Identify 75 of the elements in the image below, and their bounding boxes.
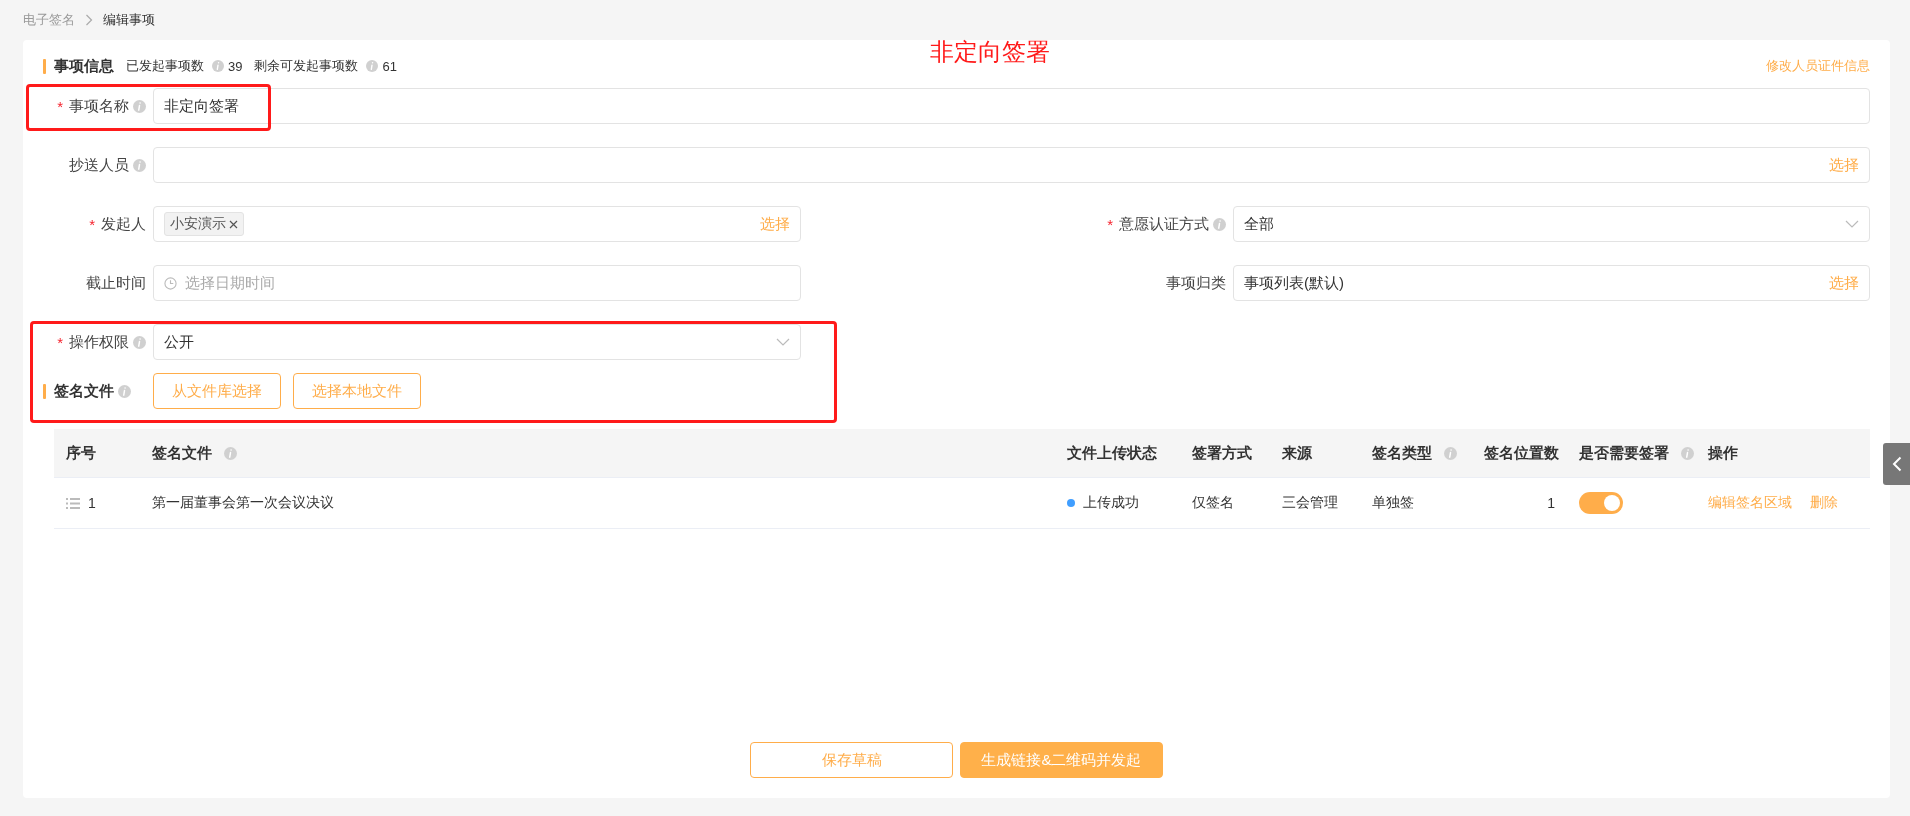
- section-marker: [43, 383, 46, 399]
- select-field[interactable]: 全部: [1233, 206, 1870, 242]
- table-cell: 第一届董事会第一次会议决议: [152, 494, 334, 512]
- field-label: 操作权限: [69, 332, 129, 352]
- column-header: 来源: [1282, 443, 1312, 463]
- table-cell: 上传成功: [1083, 494, 1139, 512]
- file-select-button[interactable]: 选择本地文件: [293, 373, 421, 409]
- save-draft-button[interactable]: 保存草稿: [750, 742, 953, 778]
- table-cell: 1: [1547, 495, 1555, 511]
- name-input[interactable]: 非定向签署: [153, 88, 1870, 124]
- info-icon: [1444, 446, 1457, 460]
- picker-field[interactable]: 事项列表(默认) 选择: [1233, 265, 1870, 301]
- field-label: 截止时间: [86, 273, 146, 293]
- select-link[interactable]: 选择: [1829, 155, 1859, 175]
- stat-value: 39: [228, 58, 243, 74]
- file-select-button[interactable]: 从文件库选择: [153, 373, 281, 409]
- field-label: 事项名称: [69, 96, 129, 116]
- field-label: 发起人: [101, 214, 146, 234]
- stat-value: 61: [382, 58, 397, 74]
- chevron-right-icon: [85, 14, 93, 26]
- clock-icon: [164, 276, 177, 290]
- table-cell: 三会管理: [1282, 494, 1338, 512]
- section-title: 事项信息: [54, 56, 114, 76]
- table-cell: 1: [88, 495, 96, 511]
- column-header: 签名位置数: [1484, 443, 1559, 463]
- required-mark: *: [1107, 215, 1113, 233]
- edit-id-info-link[interactable]: 修改人员证件信息: [1766, 57, 1870, 75]
- drag-handle-icon[interactable]: [66, 497, 80, 509]
- date-field[interactable]: 选择日期时间: [153, 265, 801, 301]
- info-icon: [224, 446, 237, 460]
- submit-button[interactable]: 生成链接&二维码并发起: [960, 742, 1163, 778]
- breadcrumb-link[interactable]: 电子签名: [23, 11, 75, 29]
- select-field[interactable]: 公开: [153, 324, 801, 360]
- close-icon[interactable]: [229, 219, 238, 229]
- info-icon: [366, 60, 379, 72]
- breadcrumb-current: 编辑事项: [103, 11, 155, 29]
- info-icon: [118, 384, 131, 398]
- field-label: 抄送人员: [69, 155, 129, 175]
- table-cell: 单独签: [1372, 494, 1414, 512]
- info-icon: [133, 99, 146, 113]
- column-header: 签署方式: [1192, 443, 1252, 463]
- annotation-text: 非定向签署: [930, 37, 1050, 67]
- chevron-left-icon: [1891, 456, 1902, 472]
- toggle-switch[interactable]: [1579, 492, 1623, 514]
- required-mark: *: [57, 333, 63, 351]
- tag-picker-field[interactable]: 小安演示 选择: [153, 206, 801, 242]
- column-header: 是否需要签署: [1579, 443, 1669, 463]
- section-marker: [43, 58, 46, 74]
- picker-field[interactable]: 选择: [153, 147, 1870, 183]
- column-header: 操作: [1708, 443, 1738, 463]
- required-mark: *: [57, 97, 63, 115]
- info-icon: [1213, 217, 1226, 231]
- required-mark: *: [89, 215, 95, 233]
- info-icon: [133, 335, 146, 349]
- select-link[interactable]: 选择: [1829, 273, 1859, 293]
- row-action-link[interactable]: 删除: [1810, 494, 1838, 512]
- chevron-down-icon: [776, 338, 790, 346]
- info-icon: [1681, 446, 1694, 460]
- column-header: 序号: [66, 443, 96, 463]
- stat-label: 剩余可发起事项数: [254, 57, 359, 75]
- field-label: 意愿认证方式: [1119, 214, 1209, 234]
- table-cell: 仅签名: [1192, 494, 1234, 512]
- person-tag: 小安演示: [164, 212, 244, 236]
- info-icon: [133, 158, 146, 172]
- column-header: 签名文件: [152, 443, 212, 463]
- collapse-panel-button[interactable]: [1883, 443, 1910, 485]
- column-header: 文件上传状态: [1067, 443, 1157, 463]
- column-header: 签名类型: [1372, 443, 1432, 463]
- chevron-down-icon: [1845, 220, 1859, 228]
- section-title: 签名文件: [54, 381, 114, 401]
- field-label: 事项归类: [1166, 273, 1226, 293]
- select-link[interactable]: 选择: [760, 214, 790, 234]
- info-icon: [212, 60, 224, 72]
- stat-label: 已发起事项数: [126, 57, 204, 75]
- row-action-link[interactable]: 编辑签名区域: [1708, 494, 1792, 512]
